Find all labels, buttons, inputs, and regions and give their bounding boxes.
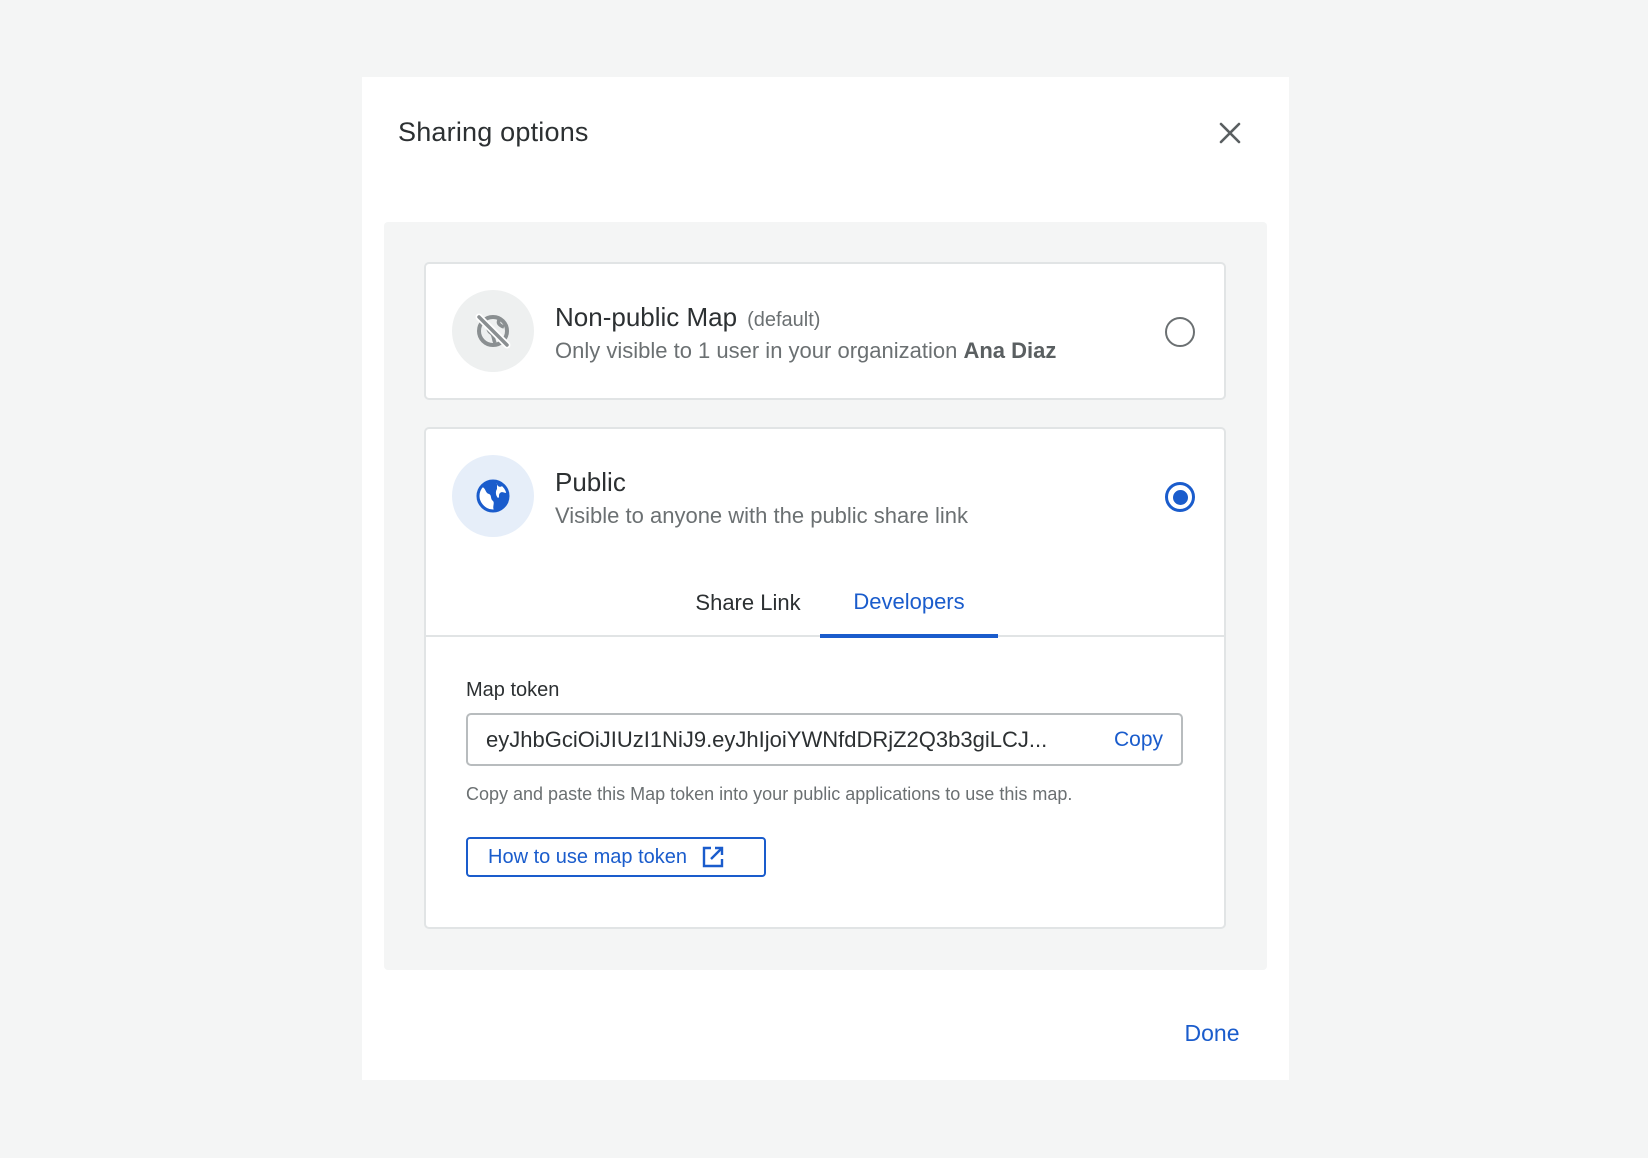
nonpublic-desc-text: Only visible to 1 user in your organizat… [555, 338, 958, 363]
public-description: Visible to anyone with the public share … [555, 503, 968, 528]
globe-icon [476, 479, 510, 513]
external-link-icon [701, 845, 725, 869]
nonpublic-title-text: Non-public Map [555, 302, 738, 332]
default-tag: (default) [747, 309, 821, 331]
public-title: Public [555, 467, 626, 497]
dialog-title: Sharing options [398, 117, 589, 147]
tab-share-link[interactable]: Share Link [664, 569, 832, 637]
radio-dot [1172, 489, 1188, 505]
options-panel: Non-public Map (default) Only visible to … [384, 222, 1267, 970]
token-hint: Copy and paste this Map token into your … [466, 784, 1073, 804]
sharing-dialog: Sharing options Non-public Map (default) [362, 77, 1289, 1080]
map-token-label: Map token [466, 679, 560, 701]
map-token-field[interactable]: eyJhbGciOiJIUzI1NiJ9.eyJhIjoiYWNfdDRjZ2Q… [466, 713, 1183, 766]
close-button[interactable] [1210, 113, 1250, 153]
nonpublic-description: Only visible to 1 user in your organizat… [555, 338, 1056, 364]
done-button[interactable]: Done [1172, 1013, 1252, 1053]
option-card-public[interactable]: Public Visible to anyone with the public… [424, 427, 1226, 929]
radio-public[interactable] [1165, 482, 1195, 512]
how-to-use-token-label: How to use map token [488, 845, 687, 868]
option-card-nonpublic[interactable]: Non-public Map (default) Only visible to … [424, 262, 1226, 400]
copy-token-button[interactable]: Copy [1106, 728, 1181, 752]
nonpublic-icon-badge [452, 290, 534, 372]
close-icon [1219, 122, 1241, 144]
public-icon-badge [452, 455, 534, 537]
share-tabs: Share Link Developers [426, 569, 1224, 638]
nonpublic-desc-user: Ana Diaz [963, 338, 1057, 363]
radio-nonpublic[interactable] [1165, 317, 1195, 347]
tab-developers[interactable]: Developers [820, 569, 998, 638]
how-to-use-token-button[interactable]: How to use map token [466, 837, 766, 877]
map-token-value[interactable]: eyJhbGciOiJIUzI1NiJ9.eyJhIjoiYWNfdDRjZ2Q… [468, 727, 1106, 753]
nonpublic-title: Non-public Map (default) [555, 302, 820, 333]
globe-off-icon [475, 313, 511, 349]
